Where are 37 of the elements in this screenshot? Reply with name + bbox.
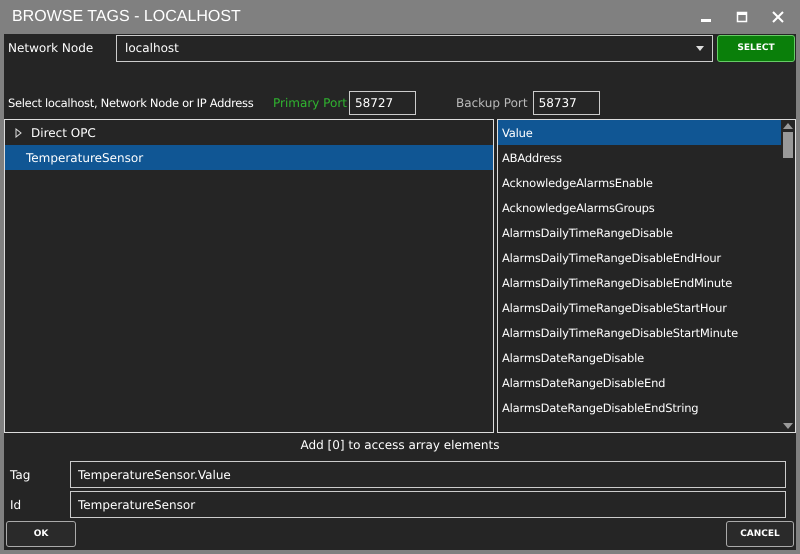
- select-button[interactable]: SELECT: [717, 34, 795, 62]
- text-field[interactable]: TemperatureSensor: [70, 491, 786, 518]
- tag-list-item[interactable]: AlarmsDateRangeDisableEndString: [498, 395, 781, 420]
- primary-port-field[interactable]: 58727: [348, 91, 416, 115]
- scrollbar-thumb[interactable]: [783, 132, 793, 158]
- field-label: Tag: [9, 468, 32, 482]
- tag-list-item[interactable]: AlarmsDateRangeDisable: [498, 345, 781, 370]
- network-node-dropdown[interactable]: localhost: [116, 34, 713, 62]
- tag-list-item[interactable]: ABAddress: [498, 145, 781, 170]
- scroll-down-arrow-icon[interactable]: [783, 423, 793, 429]
- backup-port-field[interactable]: 58737: [532, 91, 600, 115]
- tag-list-item[interactable]: AcknowledgeAlarmsEnable: [498, 170, 781, 195]
- dropdown-caret-icon: [696, 46, 704, 50]
- expand-triangle-icon[interactable]: [15, 128, 22, 138]
- ok-button[interactable]: OK: [6, 521, 76, 547]
- tag-list-item[interactable]: AcknowledgeAlarmsGroups: [498, 195, 781, 220]
- network-node-label: Network Node: [7, 41, 94, 55]
- tag-list-item[interactable]: AlarmsDailyTimeRangeDisableStartHour: [498, 295, 781, 320]
- tag-list-item[interactable]: Value: [498, 120, 781, 145]
- tag-list-item[interactable]: AlarmsDailyTimeRangeDisableEndMinute: [498, 270, 781, 295]
- scroll-up-arrow-icon[interactable]: [783, 123, 793, 129]
- array-hint: Add [0] to access array elements: [300, 438, 500, 452]
- tree-item[interactable]: TemperatureSensor: [5, 145, 493, 170]
- tag-list-item[interactable]: AlarmsDailyTimeRangeDisableEndHour: [498, 245, 781, 270]
- maximize-icon[interactable]: [736, 11, 748, 23]
- tag-list-item[interactable]: AlarmsDateRangeDisableEnd: [498, 370, 781, 395]
- backup-port-label: Backup Port: [456, 96, 528, 110]
- tree-item[interactable]: Direct OPC: [5, 120, 493, 145]
- text-field[interactable]: TemperatureSensor.Value: [70, 461, 786, 488]
- cancel-button[interactable]: CANCEL: [726, 521, 794, 547]
- primary-port-label: Primary Port: [273, 96, 347, 110]
- window-title: BROWSE TAGS - LOCALHOST: [12, 8, 241, 26]
- tag-list-item[interactable]: AlarmsDailyTimeRangeDisable: [498, 220, 781, 245]
- field-label: Id: [9, 498, 22, 512]
- tag-list-item[interactable]: AlarmsDailyTimeRangeDisableStartMinute: [498, 320, 781, 345]
- close-icon[interactable]: [772, 11, 784, 23]
- connection-hint: Select localhost, Network Node or IP Address: [7, 96, 254, 110]
